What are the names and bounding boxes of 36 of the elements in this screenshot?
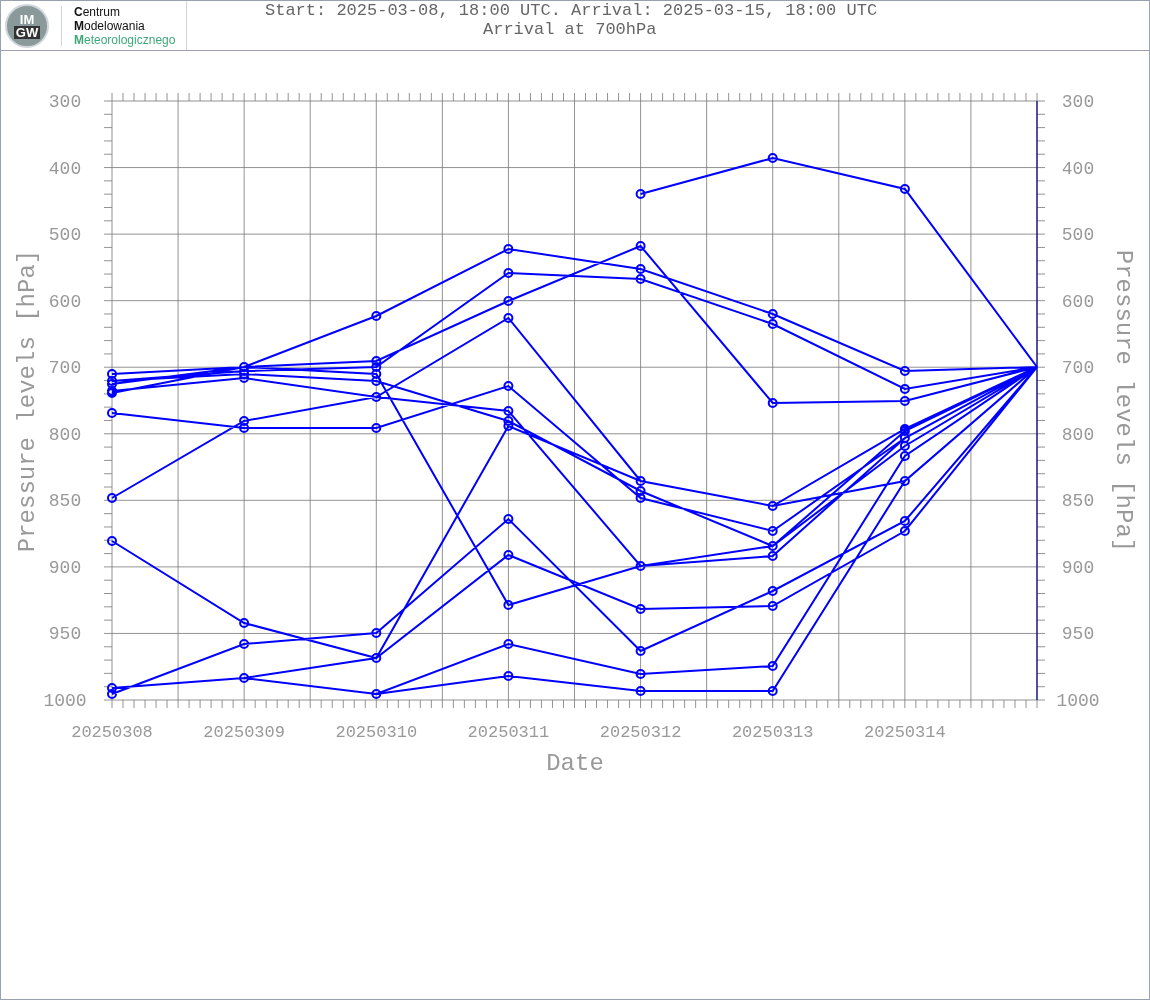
- x-tick-label: 20250309: [203, 723, 285, 742]
- x-tick-label: 20250313: [731, 723, 814, 742]
- x-tick-label: 20250311: [467, 723, 550, 742]
- x-tick-label: 20250310: [335, 723, 418, 742]
- y-tick-label: 400: [1061, 158, 1095, 179]
- x-axis-title: Date: [546, 750, 604, 777]
- y-axis-title: Pressure levels [hPa]: [14, 249, 41, 553]
- y-tick-label: 800: [48, 424, 82, 445]
- x-tick-label: 20250308: [71, 723, 153, 742]
- y-tick-label: 850: [48, 491, 82, 512]
- y-tick-label: 600: [48, 291, 82, 312]
- x-tick-label: 20250314: [864, 723, 946, 742]
- y-tick-label: 500: [48, 225, 82, 246]
- y-tick-label: 300: [1061, 92, 1095, 112]
- y-tick-label: 800: [1061, 424, 1095, 445]
- y-tick-label: 600: [1061, 291, 1095, 312]
- logo-text: Meteorologicznego: [74, 32, 176, 47]
- y-tick-label: 950: [1061, 624, 1095, 645]
- logo-text: Centrum: [74, 4, 122, 19]
- logo-text: Modelowania: [74, 18, 146, 33]
- y-tick-label: 900: [1061, 557, 1095, 578]
- y-tick-label: 950: [48, 624, 82, 645]
- y-tick-label: 500: [1061, 225, 1095, 246]
- y-tick-label: 300: [48, 92, 82, 112]
- y-tick-label: 900: [48, 557, 82, 578]
- chart-title: Start: 2025-03-08, 18:00 UTC. Arrival: 2025-03-15, 18:00 UTC: [265, 1, 878, 20]
- y-tick-label: 400: [48, 158, 82, 179]
- y-tick-label: 700: [48, 358, 82, 379]
- x-tick-label: 20250312: [599, 723, 682, 742]
- logo-badge: IM GW: [5, 3, 49, 48]
- y-tick-label: 700: [1061, 358, 1095, 379]
- y-tick-label: 850: [1061, 491, 1095, 512]
- y-tick-label: 1000: [1056, 691, 1100, 711]
- y-tick-label: 1000: [43, 691, 87, 711]
- y-axis-title: Pressure levels [hPa]: [1110, 249, 1137, 553]
- chart-title: Arrival at 700hPa: [483, 20, 657, 39]
